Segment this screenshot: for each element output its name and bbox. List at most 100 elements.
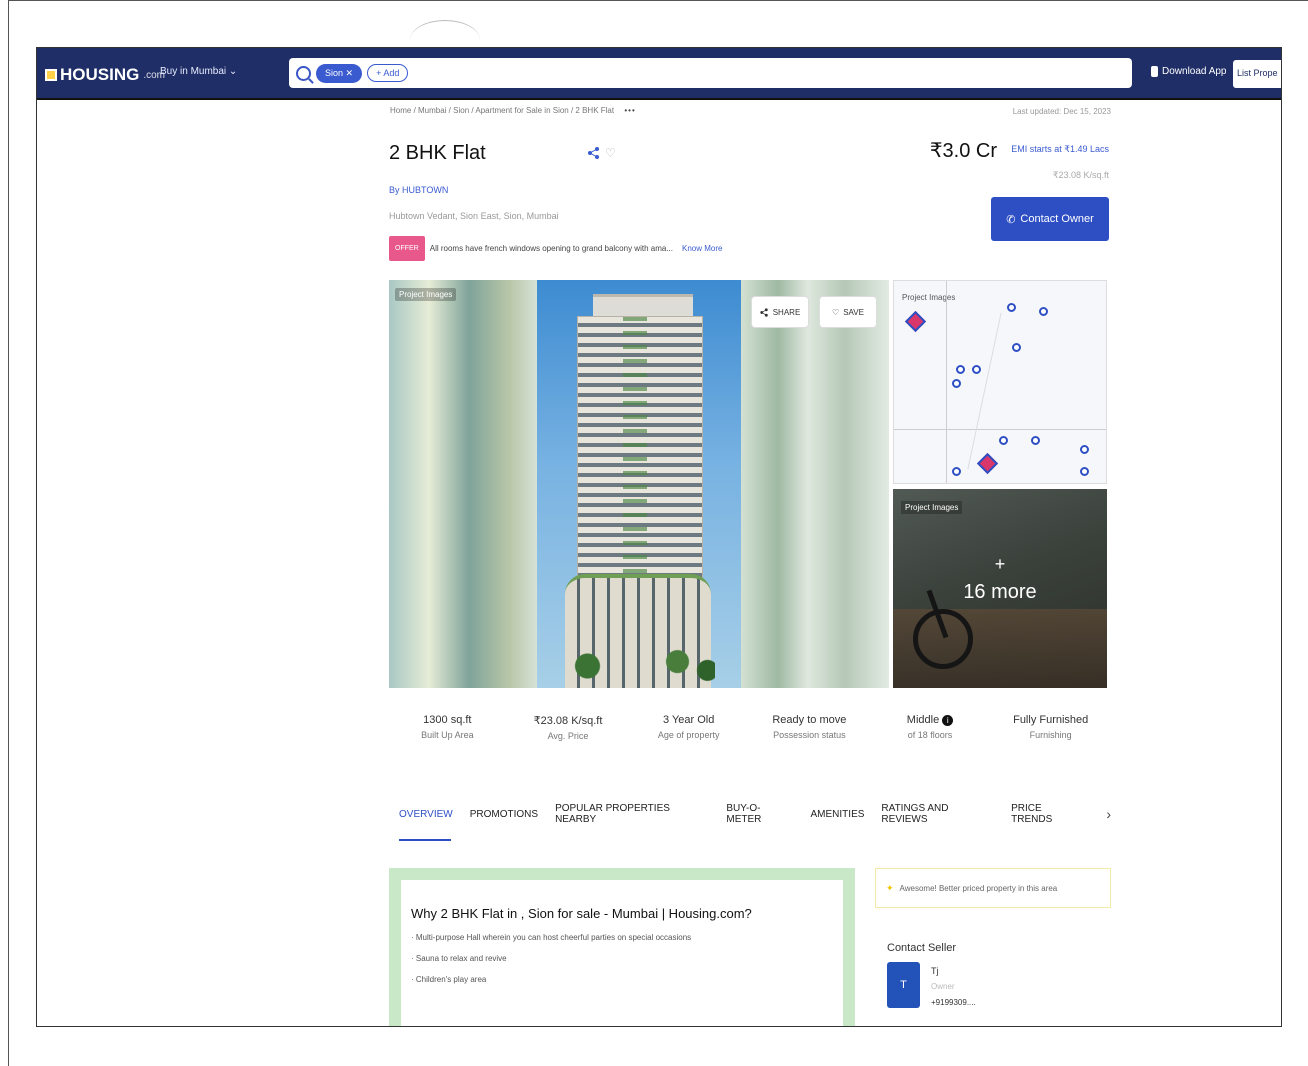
list-property-button[interactable]: List Prope: [1233, 60, 1281, 88]
phone-icon: [1151, 66, 1158, 77]
last-updated: Last updated: Dec 15, 2023: [1012, 107, 1111, 116]
stat-floor: Middle i of 18 floors: [870, 714, 991, 741]
breadcrumb[interactable]: Home / Mumbai / Sion / Apartment for Sal…: [390, 106, 636, 115]
more-images-count[interactable]: 16 more: [893, 581, 1107, 604]
map-pin-icon: [1007, 303, 1016, 312]
stat-avg-price: ₹23.08 K/sq.ft Avg. Price: [508, 714, 629, 741]
contact-seller-title: Contact Seller: [887, 942, 957, 954]
add-location-button[interactable]: + Add: [367, 64, 409, 82]
tab-buy-o-meter[interactable]: BUY-O-METER: [726, 803, 793, 825]
map-pin-icon: [999, 436, 1008, 445]
emi-link[interactable]: EMI starts at ₹1.49 Lacs: [1011, 144, 1109, 155]
city-select[interactable]: Buy in Mumbai ⌄: [160, 66, 237, 77]
map-pin-icon: [956, 365, 965, 374]
heart-icon: ♡: [832, 307, 840, 317]
listing-price: ₹3.0 Cr: [929, 140, 997, 162]
map-pin-icon: [1031, 436, 1040, 445]
building-body: [577, 316, 703, 584]
offer-row: OFFER All rooms have french windows open…: [389, 236, 722, 261]
housing-logo[interactable]: HOUSING .com: [45, 65, 165, 85]
top-navigation: HOUSING .com Buy in Mumbai ⌄ Sion ✕ + Ad…: [37, 48, 1281, 100]
offer-badge: OFFER: [389, 236, 425, 261]
overview-heading: Why 2 BHK Flat in , Sion for sale - Mumb…: [411, 906, 752, 921]
heart-icon[interactable]: ♡: [605, 146, 616, 160]
tab-overview[interactable]: OVERVIEW: [399, 809, 453, 841]
know-more-link[interactable]: Know More: [682, 244, 722, 253]
contact-owner-button[interactable]: ✆ Contact Owner: [991, 197, 1109, 241]
map-road: [967, 312, 1002, 470]
overview-card: Why 2 BHK Flat in , Sion for sale - Mumb…: [401, 880, 843, 1026]
offer-text: All rooms have french windows opening to…: [429, 244, 673, 253]
chevron-right-icon[interactable]: ›: [1106, 806, 1111, 822]
overview-item: · Multi-purpose Hall wherein you can hos…: [411, 933, 692, 942]
property-stats: 1300 sq.ft Built Up Area ₹23.08 K/sq.ft …: [387, 714, 1111, 741]
map-road: [946, 281, 947, 483]
stat-value: 1300 sq.ft: [423, 714, 472, 726]
tab-price-trends[interactable]: PRICE TRENDS: [1011, 803, 1083, 825]
overview-item: · Sauna to relax and revive: [411, 954, 507, 963]
tab-popular-properties[interactable]: POPULAR PROPERTIES NEARBY: [555, 803, 709, 825]
overview-item-text: Sauna to relax and revive: [415, 954, 507, 963]
chevron-down-icon: ⌄: [228, 66, 238, 77]
main-image-label: Project Images: [395, 288, 457, 301]
location-map-thumbnail[interactable]: Project Images: [893, 280, 1107, 484]
share-icon[interactable]: [587, 146, 601, 160]
overview-section: Why 2 BHK Flat in , Sion for sale - Mumb…: [389, 868, 855, 1026]
download-app-link[interactable]: Download App: [1151, 66, 1227, 77]
save-button[interactable]: ♡ SAVE: [819, 296, 877, 328]
stat-label: Possession status: [773, 730, 846, 740]
image-blur-right: [741, 280, 889, 688]
stat-label: Avg. Price: [547, 731, 589, 741]
main-project-image[interactable]: Project Images SHARE ♡ SAVE: [389, 280, 889, 688]
property-marker-icon: [976, 452, 999, 475]
gym-thumbnail[interactable]: Project Images + 16 more: [893, 489, 1107, 688]
building-image: [565, 294, 715, 688]
seller-phone[interactable]: +9199309....: [931, 998, 976, 1007]
search-icon: [296, 65, 311, 81]
stat-value: Middle i: [870, 714, 991, 726]
stat-built-up-area: 1300 sq.ft Built Up Area: [387, 714, 508, 741]
stat-label: Built Up Area: [421, 730, 474, 740]
breadcrumb-path[interactable]: Home / Mumbai / Sion / Apartment for Sal…: [390, 106, 614, 115]
breadcrumb-more[interactable]: •••: [624, 106, 635, 115]
logo-text: HOUSING: [60, 65, 140, 84]
tab-amenities[interactable]: AMENITIES: [811, 809, 865, 820]
floor-value: Middle: [906, 714, 940, 726]
seller-role: Owner: [931, 982, 955, 991]
map-pin-icon: [952, 379, 961, 388]
gym-image-label: Project Images: [901, 501, 963, 514]
price-insight-note: ✦ Awesome! Better priced property in thi…: [875, 868, 1111, 908]
tab-ratings-reviews[interactable]: RATINGS AND REVIEWS: [881, 803, 994, 825]
developer-prefix: By: [389, 185, 403, 195]
map-pin-icon: [1039, 307, 1048, 316]
location-chip[interactable]: Sion ✕: [316, 63, 363, 83]
stat-value: ₹23.08 K/sq.ft: [533, 715, 603, 727]
overview-item-text: Multi-purpose Hall wherein you can host …: [415, 933, 692, 942]
overview-item: · Children's play area: [411, 975, 487, 984]
developer-link[interactable]: HUBTOWN: [402, 185, 448, 195]
stat-label: of 18 floors: [907, 730, 953, 740]
map-pin-icon: [1012, 343, 1021, 352]
share-button[interactable]: SHARE: [751, 296, 809, 328]
stat-label: Age of property: [657, 730, 720, 740]
stat-label: Furnishing: [1029, 730, 1072, 740]
seller-name: Tj: [931, 966, 939, 976]
section-tabs: OVERVIEW PROMOTIONS POPULAR PROPERTIES N…: [399, 803, 1111, 841]
stat-value: Ready to move: [772, 714, 847, 726]
exercise-bike-image: [913, 609, 973, 669]
price-per-sqft: ₹23.08 K/sq.ft: [1052, 170, 1109, 180]
star-icon: ✦: [886, 882, 894, 893]
share-label: SHARE: [772, 307, 801, 317]
browser-screen: HOUSING .com Buy in Mumbai ⌄ Sion ✕ + Ad…: [36, 47, 1282, 1027]
search-input[interactable]: Sion ✕ + Add: [289, 58, 1132, 88]
trees: [565, 644, 715, 688]
map-image-label: Project Images: [902, 293, 956, 302]
stat-furnishing: Fully Furnished Furnishing: [990, 714, 1111, 741]
stat-age: 3 Year Old Age of property: [628, 714, 749, 741]
phone-call-icon: ✆: [1006, 213, 1016, 226]
save-label: SAVE: [843, 307, 864, 317]
info-icon[interactable]: i: [942, 714, 954, 726]
tab-promotions[interactable]: PROMOTIONS: [470, 809, 538, 820]
avatar: T: [887, 962, 920, 1008]
developer: By HUBTOWN: [389, 185, 448, 195]
